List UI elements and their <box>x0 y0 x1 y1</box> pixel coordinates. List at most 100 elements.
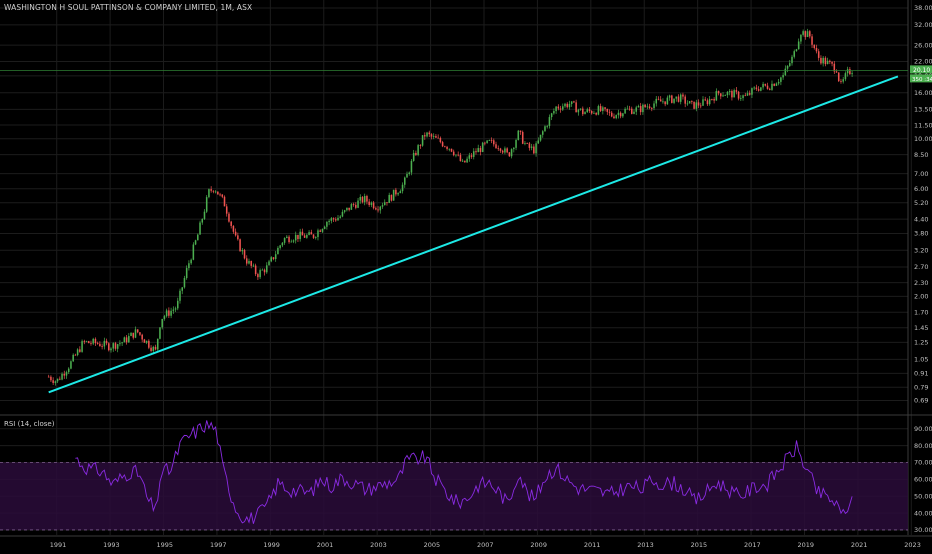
time-axis-label: 1997 <box>210 541 227 549</box>
candle-body <box>628 108 631 110</box>
chart-canvas[interactable]: 38.0032.0026.0022.0019.0016.0013.5011.50… <box>0 0 932 550</box>
candle-body <box>797 41 800 50</box>
candle-body <box>626 108 629 110</box>
time-axis-label: 2003 <box>370 541 387 549</box>
candle-body <box>740 98 742 99</box>
candle-body <box>630 108 633 114</box>
price-axis-label: 1.05 <box>914 356 928 364</box>
price-axis-label: 3.80 <box>914 230 928 238</box>
candle-body <box>112 343 115 349</box>
candle-body <box>341 211 344 217</box>
candle-body <box>225 206 228 214</box>
candle-body <box>377 209 379 211</box>
candle-body <box>128 336 130 343</box>
candle-body <box>99 343 101 347</box>
candle-body <box>259 270 261 278</box>
price-axis-label: 2.70 <box>914 263 928 271</box>
candle-body <box>673 98 675 103</box>
candle-body <box>83 341 86 342</box>
candle-body <box>468 155 471 159</box>
candle-body <box>310 232 313 235</box>
candle-body <box>633 111 635 114</box>
candle-body <box>239 239 241 252</box>
candle-body <box>290 241 293 243</box>
candle-body <box>844 73 847 80</box>
candle-body <box>784 68 787 76</box>
candle-body <box>484 142 486 144</box>
candle-body <box>786 65 789 69</box>
candle-body <box>248 261 250 264</box>
time-axis-label: 2015 <box>691 541 708 549</box>
candle-body <box>564 103 566 107</box>
candle-body <box>417 145 419 155</box>
candle-body <box>130 332 132 337</box>
candle-body <box>292 240 295 242</box>
candle-body <box>648 106 651 109</box>
candle-body <box>123 337 126 343</box>
candle-body <box>328 220 330 222</box>
candle-body <box>348 207 350 210</box>
candle-body <box>755 87 758 90</box>
price-axis-label: 32.00 <box>914 21 932 29</box>
candle-body <box>599 106 602 111</box>
time-axis-label: 2011 <box>584 541 601 549</box>
price-axis-label: 5.20 <box>914 199 928 207</box>
candle-body <box>326 221 328 227</box>
candle-body <box>639 106 642 113</box>
candle-body <box>557 106 560 109</box>
candle-body <box>143 339 146 343</box>
candle-body <box>163 316 166 319</box>
candle-body <box>780 77 782 82</box>
candle-body <box>286 236 288 238</box>
candle-body <box>383 202 386 206</box>
candle-body <box>593 112 595 114</box>
candle-body <box>119 343 121 345</box>
candle-body <box>637 106 640 108</box>
price-axis-label: 1.25 <box>914 339 928 347</box>
candle-body <box>357 200 359 208</box>
candle-body <box>412 152 415 161</box>
candle-body <box>174 308 177 310</box>
time-axis-label: 1999 <box>263 541 280 549</box>
rsi-axis-label: 40.00 <box>914 509 932 517</box>
candle-body <box>299 231 301 240</box>
candle-body <box>582 108 584 115</box>
candle-body <box>493 140 495 145</box>
candle-body <box>141 334 143 340</box>
candle-body <box>339 216 342 218</box>
candle-body <box>56 378 59 382</box>
candle-body <box>419 145 422 146</box>
candle-body <box>306 234 308 238</box>
candle-body <box>584 112 586 115</box>
candle-body <box>65 372 68 376</box>
candle-body <box>461 160 464 162</box>
candle-body <box>791 56 793 64</box>
time-axis-label: 1995 <box>157 541 174 549</box>
candle-body <box>192 244 195 260</box>
candle-body <box>668 95 671 98</box>
candle-body <box>410 160 413 173</box>
candle-body <box>439 137 442 143</box>
candle-body <box>595 112 597 115</box>
candle-body <box>370 202 373 205</box>
price-axis-label: 0.79 <box>914 383 928 391</box>
candle-body <box>704 99 706 101</box>
candle-body <box>829 60 831 62</box>
candle-body <box>644 104 646 108</box>
candle-body <box>132 332 135 338</box>
rsi-axis-label: 80.00 <box>914 442 932 450</box>
time-axis-label: 2001 <box>317 541 334 549</box>
candle-body <box>294 234 297 241</box>
candle-body <box>533 146 535 154</box>
candle-body <box>477 148 479 153</box>
candle-body <box>662 101 664 103</box>
candle-body <box>475 151 477 153</box>
time-axis-label: 2017 <box>744 541 761 549</box>
candle-body <box>768 88 771 90</box>
candle-body <box>172 309 175 311</box>
candle-body <box>401 184 404 192</box>
candle-body <box>497 148 500 150</box>
candle-body <box>842 79 844 82</box>
candle-body <box>744 95 747 97</box>
candle-body <box>81 341 83 352</box>
